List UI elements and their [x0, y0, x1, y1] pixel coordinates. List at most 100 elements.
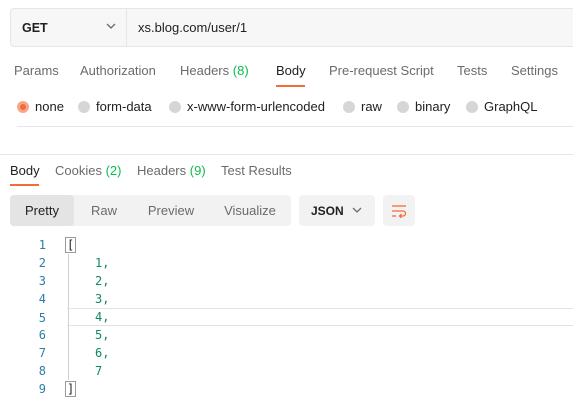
- response-tab-test-results[interactable]: Test Results: [221, 163, 292, 178]
- radio-label: x-www-form-urlencoded: [187, 99, 325, 114]
- radio-icon: [343, 100, 355, 113]
- code-text: 1,: [95, 254, 109, 272]
- wrap-lines-button[interactable]: [383, 195, 415, 226]
- view-pretty-button[interactable]: Pretty: [10, 195, 74, 226]
- line-number: 6: [38, 328, 46, 342]
- tab-label: Headers: [137, 163, 187, 178]
- code-text: 7: [95, 362, 102, 380]
- radio-graphql[interactable]: GraphQL: [466, 99, 537, 114]
- json-bracket: [: [65, 237, 77, 253]
- line-number: 5: [38, 311, 46, 325]
- body-type-group: none form-data x-www-form-urlencoded raw…: [17, 99, 573, 115]
- code-text: [: [65, 236, 77, 254]
- tab-tests[interactable]: Tests: [457, 63, 487, 78]
- view-preview-button[interactable]: Preview: [136, 195, 206, 226]
- tab-label: Body: [10, 163, 40, 178]
- view-mode-selector: Pretty Raw Preview Visualize: [10, 195, 291, 226]
- method-label: GET: [22, 20, 48, 35]
- tab-label: Test Results: [221, 163, 292, 178]
- method-select[interactable]: GET: [11, 9, 127, 46]
- tab-body[interactable]: Body: [276, 63, 306, 78]
- response-body-editor[interactable]: 1 [ 2 1, 3 2, 4 3, 5 4, 6 5, 7 6, 8 7 9 …: [0, 236, 573, 406]
- line-number: 2: [38, 256, 46, 270]
- chevron-down-icon: [106, 23, 116, 29]
- tab-label: Headers: [180, 63, 230, 78]
- code-line: 2 1,: [0, 254, 573, 272]
- response-tab-cookies[interactable]: Cookies (2): [55, 163, 121, 178]
- tab-label: Pre-request Script: [329, 63, 434, 78]
- code-line: 8 7: [0, 362, 573, 380]
- tab-label: Params: [14, 63, 59, 78]
- radio-label: binary: [415, 99, 451, 114]
- tab-label: Tests: [457, 63, 488, 78]
- response-tab-headers[interactable]: Headers (9): [137, 163, 206, 178]
- radio-x-www-form-urlencoded[interactable]: x-www-form-urlencoded: [169, 99, 325, 114]
- pane-divider: [0, 154, 573, 155]
- tab-settings[interactable]: Settings: [511, 63, 558, 78]
- radio-none[interactable]: none: [17, 99, 64, 114]
- line-number: 7: [38, 346, 46, 360]
- line-number: 4: [38, 292, 46, 306]
- tab-label: Settings: [511, 63, 558, 78]
- response-tab-body-underline: [10, 184, 39, 186]
- json-value: 7: [95, 364, 103, 378]
- code-line: 6 5,: [0, 326, 573, 344]
- radio-label: none: [35, 99, 64, 114]
- code-text: 6,: [95, 344, 109, 362]
- format-select[interactable]: JSON: [299, 195, 375, 226]
- chevron-down-icon: [352, 207, 362, 213]
- tab-label: Body: [276, 63, 306, 78]
- request-url-bar: GET xs.blog.com/user/1: [10, 8, 573, 47]
- code-line: 3 2,: [0, 272, 573, 290]
- json-value: 3,: [95, 292, 110, 306]
- tab-params[interactable]: Params: [14, 63, 59, 78]
- response-tab-body[interactable]: Body: [10, 163, 40, 178]
- tab-pre-request-script[interactable]: Pre-request Script: [329, 63, 434, 78]
- tab-label: Cookies: [55, 163, 102, 178]
- radio-icon: [169, 100, 181, 113]
- radio-icon: [397, 100, 409, 113]
- code-text: 4,: [95, 309, 109, 325]
- view-visualize-button[interactable]: Visualize: [214, 195, 286, 226]
- tab-body-underline: [276, 85, 305, 87]
- json-value: 1,: [95, 256, 110, 270]
- code-line-current: 5 4,: [39, 308, 573, 326]
- radio-raw[interactable]: raw: [343, 99, 382, 114]
- format-label: JSON: [311, 203, 344, 218]
- radio-label: form-data: [96, 99, 152, 114]
- view-raw-button[interactable]: Raw: [76, 195, 132, 226]
- code-text: 5,: [95, 326, 109, 344]
- json-value: 4,: [95, 310, 110, 324]
- json-value: 5,: [95, 328, 110, 342]
- tab-headers[interactable]: Headers (8): [180, 63, 249, 78]
- line-number: 9: [38, 382, 46, 396]
- code-text: 3,: [95, 290, 109, 308]
- code-text: ]: [65, 380, 77, 398]
- radio-form-data[interactable]: form-data: [78, 99, 152, 114]
- request-divider: [17, 126, 573, 127]
- line-number: 3: [38, 274, 46, 288]
- json-value: 2,: [95, 274, 110, 288]
- json-value: 6,: [95, 346, 110, 360]
- headers-count: (8): [232, 63, 249, 78]
- radio-label: raw: [361, 99, 382, 114]
- tab-authorization[interactable]: Authorization: [80, 63, 156, 78]
- cookies-count: (2): [105, 163, 122, 178]
- radio-binary[interactable]: binary: [397, 99, 450, 114]
- radio-label: GraphQL: [484, 99, 538, 114]
- code-line: 1 [: [0, 236, 573, 254]
- line-number: 8: [38, 364, 46, 378]
- json-bracket: ]: [65, 381, 77, 397]
- radio-icon: [78, 100, 90, 113]
- response-headers-count: (9): [189, 163, 206, 178]
- radio-icon: [466, 100, 478, 113]
- tab-label: Authorization: [80, 63, 156, 78]
- code-line: 7 6,: [0, 344, 573, 362]
- line-number: 1: [38, 238, 46, 252]
- code-line: 4 3,: [0, 290, 573, 308]
- code-line: 9 ]: [0, 380, 573, 398]
- radio-selected-icon: [17, 100, 29, 113]
- wrap-lines-icon: [392, 204, 407, 218]
- url-input[interactable]: xs.blog.com/user/1: [138, 9, 247, 46]
- code-text: 2,: [95, 272, 109, 290]
